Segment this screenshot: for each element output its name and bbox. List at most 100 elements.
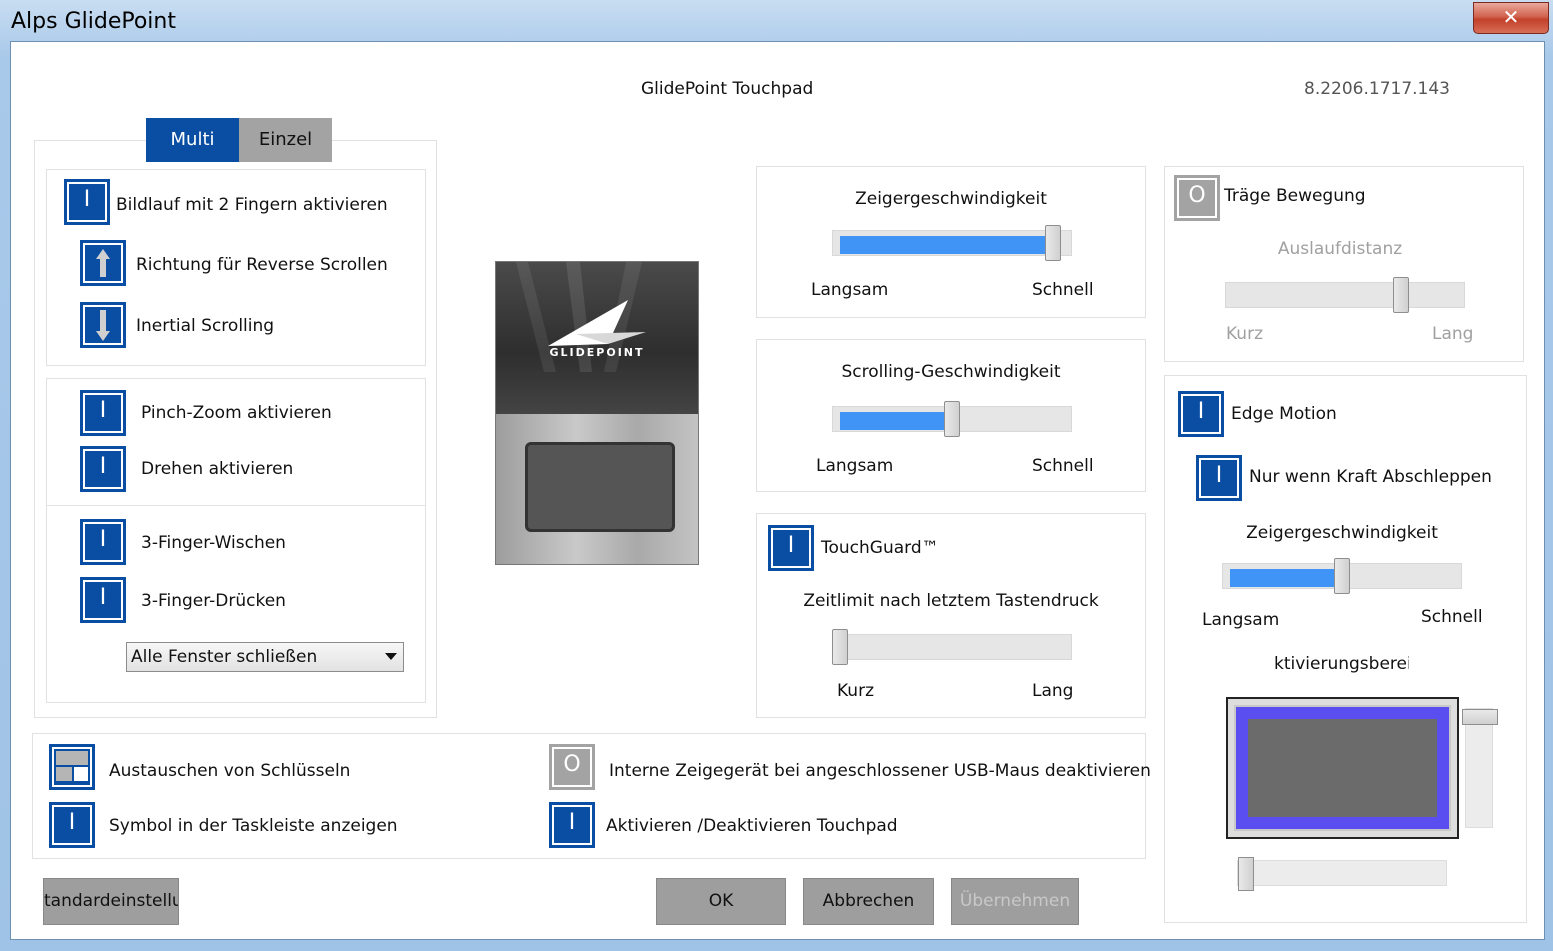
touchpad-illustration: GLIDEPOINT xyxy=(495,261,699,565)
gesture-divider xyxy=(47,505,425,506)
inertia-subtitle: Auslaufdistanz xyxy=(1277,239,1403,259)
inertia-min: Kurz xyxy=(1226,324,1263,344)
rotate-label: Drehen aktivieren xyxy=(141,459,294,479)
touchguard-slider[interactable] xyxy=(832,629,1072,665)
tab-multi[interactable]: Multi xyxy=(146,118,239,162)
edge-area-title: ktivierungsbereicl xyxy=(1274,654,1409,674)
slider-thumb[interactable] xyxy=(1045,225,1061,261)
slider-thumb[interactable] xyxy=(1393,277,1409,313)
inertial-scroll-label: Inertial Scrolling xyxy=(136,316,275,336)
slider-thumb[interactable] xyxy=(1334,558,1350,594)
reverse-scroll-label: Richtung für Reverse Scrollen xyxy=(136,255,388,275)
edge-speed-max: Schnell xyxy=(1421,607,1483,627)
toggle-switch-icon: O xyxy=(1188,183,1206,208)
edge-area-horizontal-slider[interactable] xyxy=(1237,857,1447,891)
disable-usb-toggle[interactable]: O xyxy=(549,744,595,790)
touchguard-subtitle: Zeitlimit nach letztem Tastendruck xyxy=(803,591,1099,611)
logo-text: GLIDEPOINT xyxy=(549,346,645,359)
pad-surface xyxy=(525,442,675,532)
reverse-scroll-toggle[interactable] xyxy=(80,240,126,286)
toggle-switch-icon: I xyxy=(99,454,107,479)
arrow-down-icon xyxy=(96,310,110,341)
edge-motion-label: Edge Motion xyxy=(1231,404,1337,424)
edge-speed-min: Langsam xyxy=(1202,610,1280,630)
scroll-speed-title: Scrolling-Geschwindigkeit xyxy=(841,362,1061,382)
touchguard-panel xyxy=(756,513,1146,718)
touchguard-min: Kurz xyxy=(837,681,874,701)
slider-thumb[interactable] xyxy=(1238,857,1254,891)
scroll-speed-min: Langsam xyxy=(816,456,894,476)
toggle-switch-icon: I xyxy=(568,810,576,835)
tab-einzel[interactable]: Einzel xyxy=(239,118,332,162)
edge-area-zone xyxy=(1234,705,1451,831)
pad-body xyxy=(496,414,698,564)
cancel-button[interactable]: Abbrechen xyxy=(803,878,934,925)
swipe3-label: 3-Finger-Wischen xyxy=(141,533,286,553)
swap-keys-label: Austauschen von Schlüsseln xyxy=(109,761,351,781)
inertia-label: Träge Bewegung xyxy=(1224,186,1366,206)
press3-action-value: Alle Fenster schließen xyxy=(131,647,318,667)
edge-area-center xyxy=(1248,719,1437,817)
ok-button[interactable]: OK xyxy=(656,878,786,925)
inertia-toggle[interactable]: O xyxy=(1174,175,1220,221)
edge-area-vertical-slider[interactable] xyxy=(1462,708,1498,828)
toggle-switch-icon: I xyxy=(787,533,795,558)
inertia-max: Lang xyxy=(1432,324,1474,344)
force-drag-label: Nur wenn Kraft Abschleppen xyxy=(1249,467,1492,487)
pointer-speed-min: Langsam xyxy=(811,280,889,300)
arrow-up-icon xyxy=(96,249,110,277)
defaults-button[interactable]: tandardeinstellun xyxy=(43,878,179,925)
slider-fill xyxy=(840,236,1053,254)
scroll-speed-max: Schnell xyxy=(1032,456,1094,476)
force-drag-toggle[interactable]: I xyxy=(1196,455,1242,501)
slider-fill xyxy=(840,412,952,430)
toggle-touchpad-toggle[interactable]: I xyxy=(549,802,595,848)
slider-fill xyxy=(1230,569,1342,587)
scroll2-label: Bildlauf mit 2 Fingern aktivieren xyxy=(116,195,388,215)
toggle-switch-icon: I xyxy=(1215,463,1223,488)
close-icon: ✕ xyxy=(1502,5,1520,29)
pointer-speed-title: Zeigergeschwindigkeit xyxy=(855,189,1047,209)
edge-motion-toggle[interactable]: I xyxy=(1178,391,1224,437)
slider-thumb[interactable] xyxy=(1462,709,1498,725)
inertial-scroll-toggle[interactable] xyxy=(80,302,126,348)
toggle-switch-icon: O xyxy=(563,752,581,777)
rotate-toggle[interactable]: I xyxy=(80,446,126,492)
touchguard-toggle[interactable]: I xyxy=(768,525,814,571)
glidepoint-logo-icon xyxy=(516,262,646,372)
swap-keys-icon xyxy=(56,751,88,781)
toggle-switch-icon: I xyxy=(68,810,76,835)
window-title: Alps GlidePoint xyxy=(11,9,176,34)
toggle-switch-icon: I xyxy=(1197,399,1205,424)
product-title: GlidePoint Touchpad xyxy=(641,79,814,99)
toggle-touchpad-label: Aktivieren /Deaktivieren Touchpad xyxy=(606,816,898,836)
apply-button[interactable]: Übernehmen xyxy=(951,878,1079,925)
swipe3-toggle[interactable]: I xyxy=(80,519,126,565)
pointer-speed-slider[interactable] xyxy=(832,225,1072,261)
toggle-switch-icon: I xyxy=(99,527,107,552)
chevron-down-icon xyxy=(385,653,397,660)
pinch-toggle[interactable]: I xyxy=(80,390,126,436)
close-button[interactable]: ✕ xyxy=(1473,2,1549,34)
press3-action-select[interactable]: Alle Fenster schließen xyxy=(126,642,404,672)
tray-icon-toggle[interactable]: I xyxy=(49,802,95,848)
scroll2-toggle[interactable]: I xyxy=(64,179,110,225)
scroll-speed-slider[interactable] xyxy=(832,401,1072,437)
slider-track xyxy=(832,634,1072,660)
pointer-speed-max: Schnell xyxy=(1032,280,1094,300)
toggle-switch-icon: I xyxy=(99,585,107,610)
press3-label: 3-Finger-Drücken xyxy=(141,591,286,611)
toggle-switch-icon: I xyxy=(99,398,107,423)
disable-usb-label: Interne Zeigegerät bei angeschlossener U… xyxy=(609,761,1151,781)
swap-keys-toggle[interactable] xyxy=(49,744,95,790)
inertia-slider[interactable] xyxy=(1225,277,1465,313)
slider-thumb[interactable] xyxy=(944,401,960,437)
logo-panel: GLIDEPOINT xyxy=(496,262,698,414)
edge-speed-slider[interactable] xyxy=(1222,558,1462,594)
slider-thumb[interactable] xyxy=(832,629,848,665)
slider-track xyxy=(1225,282,1465,308)
touchguard-max: Lang xyxy=(1032,681,1074,701)
edge-speed-title: Zeigergeschwindigkeit xyxy=(1246,523,1438,543)
press3-toggle[interactable]: I xyxy=(80,577,126,623)
edge-area-preview xyxy=(1226,697,1459,839)
